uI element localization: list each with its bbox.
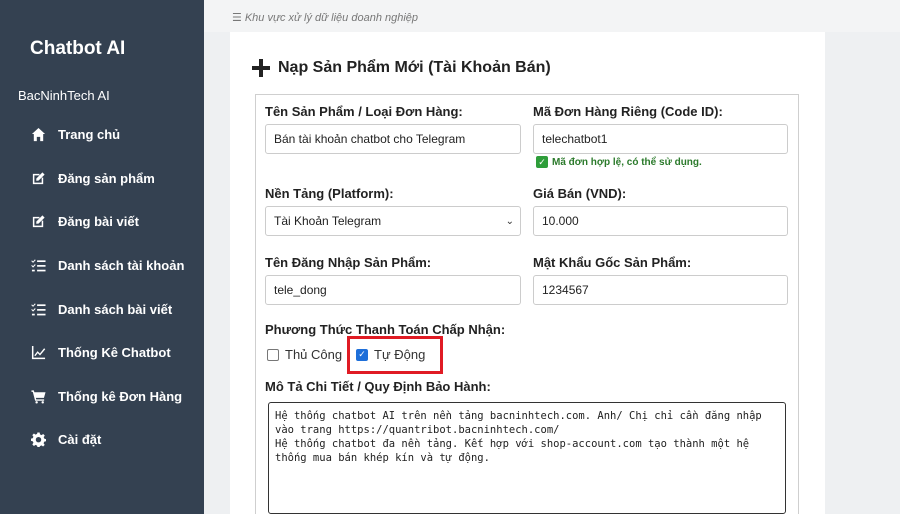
platform-select[interactable]: Tài Khoản Telegram ⌄ <box>265 206 521 236</box>
top-bar: ☰ Khu vực xử lý dữ liệu doanh nghiệp <box>204 0 900 32</box>
order-code-valid-note: ✓ Mã đơn hợp lệ, có thể sử dụng. <box>536 156 702 168</box>
list-icon <box>30 301 46 317</box>
product-name-label: Tên Sản Phẩm / Loại Đơn Hàng: <box>265 104 463 119</box>
right-gutter <box>825 32 900 514</box>
sidebar-item-order-stats[interactable]: Thống kê Đơn Hàng <box>30 385 182 407</box>
sidebar-item-accounts[interactable]: Danh sách tài khoản <box>30 254 184 276</box>
price-label: Giá Bán (VND): <box>533 186 627 201</box>
password-input[interactable]: 1234567 <box>533 275 788 305</box>
price-input[interactable]: 10.000 <box>533 206 788 236</box>
sidebar-item-label: Danh sách tài khoản <box>58 257 185 273</box>
product-name-value: Bán tài khoản chatbot cho Telegram <box>274 132 466 146</box>
product-name-input[interactable]: Bán tài khoản chatbot cho Telegram <box>265 124 521 154</box>
sidebar-item-settings[interactable]: Cài đặt <box>30 428 101 450</box>
payment-manual-option[interactable]: Thủ Công <box>267 347 342 362</box>
sidebar-item-post-article[interactable]: Đăng bài viết <box>30 210 139 232</box>
site-name: BacNinhTech AI <box>18 88 110 103</box>
sidebar-item-chatbot-stats[interactable]: Thống Kê Chatbot <box>30 341 171 363</box>
platform-value: Tài Khoản Telegram <box>274 214 382 228</box>
username-value: tele_dong <box>274 283 327 297</box>
payment-manual-text: Thủ Công <box>285 347 343 362</box>
order-code-label: Mã Đơn Hàng Riêng (Code ID): <box>533 104 723 119</box>
username-input[interactable]: tele_dong <box>265 275 521 305</box>
sidebar-item-label: Cài đặt <box>58 431 102 447</box>
sidebar: Chatbot AI BacNinhTech AI Trang chủ Đăng… <box>0 0 204 514</box>
page-title-text: Nạp Sản Phẩm Mới (Tài Khoản Bán) <box>278 59 551 76</box>
payment-label: Phương Thức Thanh Toán Chấp Nhận: <box>265 322 506 337</box>
sidebar-item-label: Thống Kê Chatbot <box>58 344 171 360</box>
plus-icon <box>252 59 270 77</box>
password-value: 1234567 <box>542 283 589 297</box>
highlight-box <box>347 336 443 374</box>
cart-icon <box>30 388 46 404</box>
price-value: 10.000 <box>542 214 579 228</box>
sidebar-item-articles[interactable]: Danh sách bài viết <box>30 298 172 320</box>
sidebar-item-label: Thống kê Đơn Hàng <box>58 388 183 404</box>
sidebar-item-label: Trang chủ <box>58 126 121 142</box>
checkmark-icon: ✓ <box>536 156 548 168</box>
manual-checkbox[interactable] <box>267 348 279 361</box>
description-textarea[interactable]: Hệ thống chatbot AI trên nền tảng bacnin… <box>268 402 786 514</box>
order-code-value: telechatbot1 <box>542 132 608 146</box>
brand-title[interactable]: Chatbot AI <box>30 38 125 60</box>
sidebar-item-label: Đăng bài viết <box>58 213 139 229</box>
product-form-card: Nạp Sản Phẩm Mới (Tài Khoản Bán) Tên Sản… <box>230 32 825 514</box>
breadcrumb: ☰ Khu vực xử lý dữ liệu doanh nghiệp <box>232 12 419 24</box>
edit-icon <box>30 213 46 229</box>
chevron-down-icon: ⌄ <box>505 215 514 227</box>
sidebar-item-label: Danh sách bài viết <box>58 301 173 317</box>
page-title: Nạp Sản Phẩm Mới (Tài Khoản Bán) <box>252 59 551 77</box>
list-icon <box>30 257 46 273</box>
description-label: Mô Tả Chi Tiết / Quy Định Bảo Hành: <box>265 379 491 394</box>
order-code-valid-text: Mã đơn hợp lệ, có thể sử dụng. <box>552 156 702 168</box>
edit-icon <box>30 170 46 186</box>
order-code-input[interactable]: telechatbot1 <box>533 124 788 154</box>
password-label: Mật Khẩu Gốc Sản Phẩm: <box>533 255 692 270</box>
sidebar-item-label: Đăng sản phẩm <box>58 170 155 186</box>
sidebar-item-home[interactable]: Trang chủ <box>30 123 120 145</box>
chart-icon <box>30 344 46 360</box>
home-icon <box>30 126 46 142</box>
platform-label: Nền Tảng (Platform): <box>265 186 394 201</box>
username-label: Tên Đăng Nhập Sản Phẩm: <box>265 255 432 270</box>
sidebar-item-post-product[interactable]: Đăng sản phẩm <box>30 167 155 189</box>
gear-icon <box>30 431 46 447</box>
